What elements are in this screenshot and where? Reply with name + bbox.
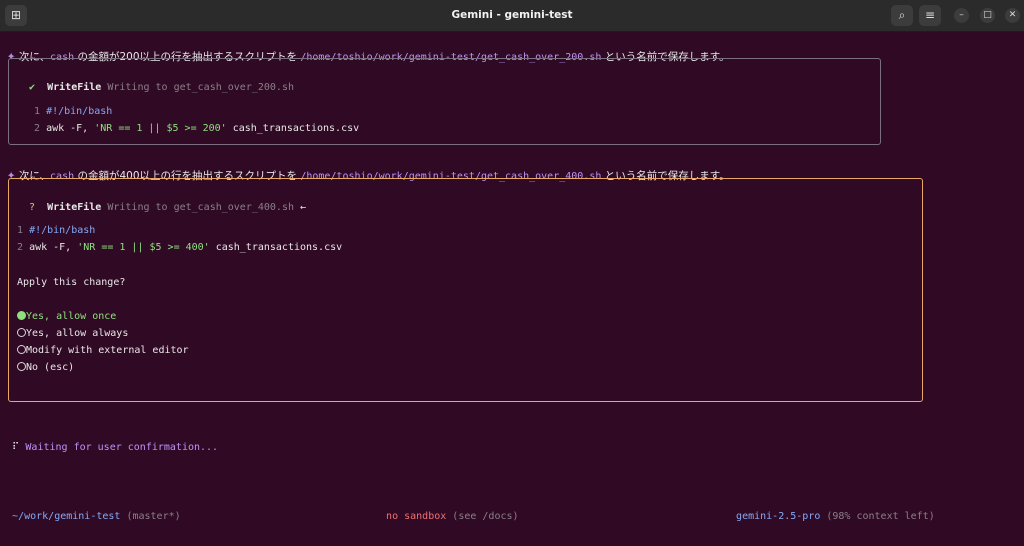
code-line: 1 #!/bin/bash (34, 106, 113, 117)
radio-selected-icon (17, 311, 26, 320)
option-no[interactable]: No (esc) (17, 362, 74, 373)
code-line: 2 awk -F, 'NR == 1 || $5 >= 400' cash_tr… (17, 242, 343, 253)
code-line: 2 awk -F, 'NR == 1 || $5 >= 200' cash_tr… (34, 123, 360, 134)
title-bar: ⊞ Gemini - gemini-test ⌕ ≡ – □ ✕ (0, 0, 1024, 32)
window-title: Gemini - gemini-test (451, 9, 573, 21)
code-line: 1 #!/bin/bash (17, 225, 96, 236)
arrow-left-icon: ← (300, 202, 307, 213)
footer-cwd: ~/work/gemini-test (master*) (12, 511, 181, 522)
option-external-editor[interactable]: Modify with external editor (17, 345, 189, 356)
maximize-icon[interactable]: □ (980, 8, 995, 23)
question-icon: ? (29, 202, 36, 213)
status-line: ⠏ Waiting for user confirmation... (12, 442, 219, 453)
footer-sandbox: no sandbox (see /docs) (386, 511, 519, 522)
option-allow-once[interactable]: Yes, allow once (17, 311, 116, 322)
confirm-question: Apply this change? (17, 277, 126, 288)
search-icon[interactable]: ⌕ (891, 5, 913, 26)
tool-header: ? WriteFile Writing to get_cash_over_400… (29, 202, 307, 213)
menu-icon[interactable]: ≡ (919, 5, 941, 26)
check-icon: ✔ (29, 82, 36, 93)
radio-icon (17, 362, 26, 371)
footer-model: gemini-2.5-pro (98% context left) (736, 511, 935, 522)
spinner-icon: ⠏ (12, 442, 20, 453)
tool-header: ✔ WriteFile Writing to get_cash_over_200… (29, 82, 294, 93)
radio-icon (17, 345, 26, 354)
option-allow-always[interactable]: Yes, allow always (17, 328, 128, 339)
close-icon[interactable]: ✕ (1005, 8, 1020, 23)
minimize-icon[interactable]: – (954, 8, 969, 23)
radio-icon (17, 328, 26, 337)
